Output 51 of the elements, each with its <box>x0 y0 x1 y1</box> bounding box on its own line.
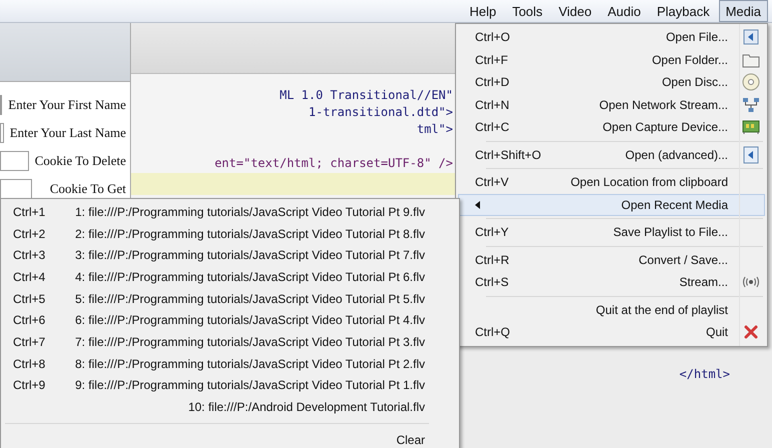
menu-item[interactable]: Ctrl+R Convert / Save... <box>458 248 765 271</box>
menu-item[interactable]: Ctrl+8 8: file:///P:/Programming tutorials/JavaScript Video Tutorial Pt 2.flv <box>1 352 459 374</box>
text-field[interactable] <box>0 179 32 199</box>
menu-item[interactable]: Ctrl+1 1: file:///P:/Programming tutorials/JavaScript Video Tutorial Pt 9.flv <box>1 201 459 223</box>
menu-item[interactable]: Clear <box>1 428 459 448</box>
field-label: Enter Your First Name <box>8 97 126 113</box>
menu-item[interactable]: Ctrl+Shift+O Open (advanced)... <box>458 144 765 166</box>
field-label: Cookie To Delete <box>34 153 126 169</box>
menu-item[interactable]: Quit at the end of playlist <box>458 298 765 321</box>
menu-item[interactable]: Ctrl+2 2: file:///P:/Programming tutorials/JavaScript Video Tutorial Pt 8.flv <box>1 222 459 244</box>
menu-item[interactable]: Ctrl+9 9: file:///P:/Programming tutorials/JavaScript Video Tutorial Pt 1.flv <box>1 374 459 396</box>
network-icon <box>742 96 760 113</box>
menu-item[interactable]: Ctrl+N Open Network Stream... <box>458 94 765 116</box>
menu-item[interactable]: Ctrl+3 3: file:///P:/Programming tutorials/JavaScript Video Tutorial Pt 7.flv <box>1 244 459 266</box>
menu-item[interactable]: Ctrl+4 4: file:///P:/Programming tutorials/JavaScript Video Tutorial Pt 6.flv <box>1 266 459 288</box>
menu-bar-item[interactable]: Playback <box>650 0 717 22</box>
code-line: ent="text/html; charset=UTF-8" /> <box>214 156 454 172</box>
folder-icon <box>742 52 760 68</box>
field-label: Cookie To Get <box>50 181 126 197</box>
menu-bar-item[interactable]: Video <box>552 0 599 22</box>
menu-item[interactable]: Ctrl+Q Quit <box>458 321 765 344</box>
menu-item[interactable]: Ctrl+Y Save Playlist to File... <box>458 221 765 244</box>
text-field[interactable] <box>0 123 4 143</box>
field-label: Enter Your Last Name <box>10 125 126 141</box>
code-line: ML 1.0 Transitional//EN" <box>278 88 454 104</box>
close-icon <box>743 324 759 340</box>
code-line: 1-transitional.dtd"> <box>308 105 454 121</box>
text-field[interactable] <box>0 151 29 171</box>
play-file-icon <box>743 29 759 46</box>
menu-bar-item[interactable]: Help <box>462 0 504 22</box>
code-line: </html> <box>678 367 731 383</box>
menu-item[interactable]: Ctrl+S Stream... <box>458 271 765 294</box>
menu-bar-item[interactable]: Tools <box>505 0 550 22</box>
capture-card-icon <box>742 120 760 134</box>
menu-item[interactable]: Ctrl+F Open Folder... <box>458 48 765 71</box>
menu-item[interactable]: Open Recent Media <box>458 194 765 216</box>
menu-item[interactable]: 10: file:///P:/Android Development Tutorial.flv <box>1 396 459 418</box>
menu-bar-item[interactable]: Media <box>718 0 768 22</box>
menu-item[interactable]: Ctrl+7 7: file:///P:/Programming tutorials/JavaScript Video Tutorial Pt 3.flv <box>1 331 459 353</box>
menu-bar-item[interactable]: Audio <box>600 0 648 22</box>
menu-item[interactable]: Ctrl+V Open Location from clipboard <box>458 171 765 194</box>
broadcast-icon <box>742 276 760 288</box>
menu-item[interactable]: Ctrl+O Open File... <box>458 26 765 48</box>
disc-icon <box>742 73 760 92</box>
text-field[interactable] <box>0 95 2 115</box>
menu-item[interactable]: Ctrl+5 5: file:///P:/Programming tutorials/JavaScript Video Tutorial Pt 5.flv <box>1 288 459 310</box>
code-line: tml"> <box>416 122 454 138</box>
play-box-icon <box>743 146 759 164</box>
menu-item[interactable]: Ctrl+C Open Capture Device... <box>458 116 765 138</box>
menu-item[interactable]: Ctrl+6 6: file:///P:/Programming tutorials/JavaScript Video Tutorial Pt 4.flv <box>1 309 459 332</box>
menu-item[interactable]: Ctrl+D Open Disc... <box>458 71 765 94</box>
